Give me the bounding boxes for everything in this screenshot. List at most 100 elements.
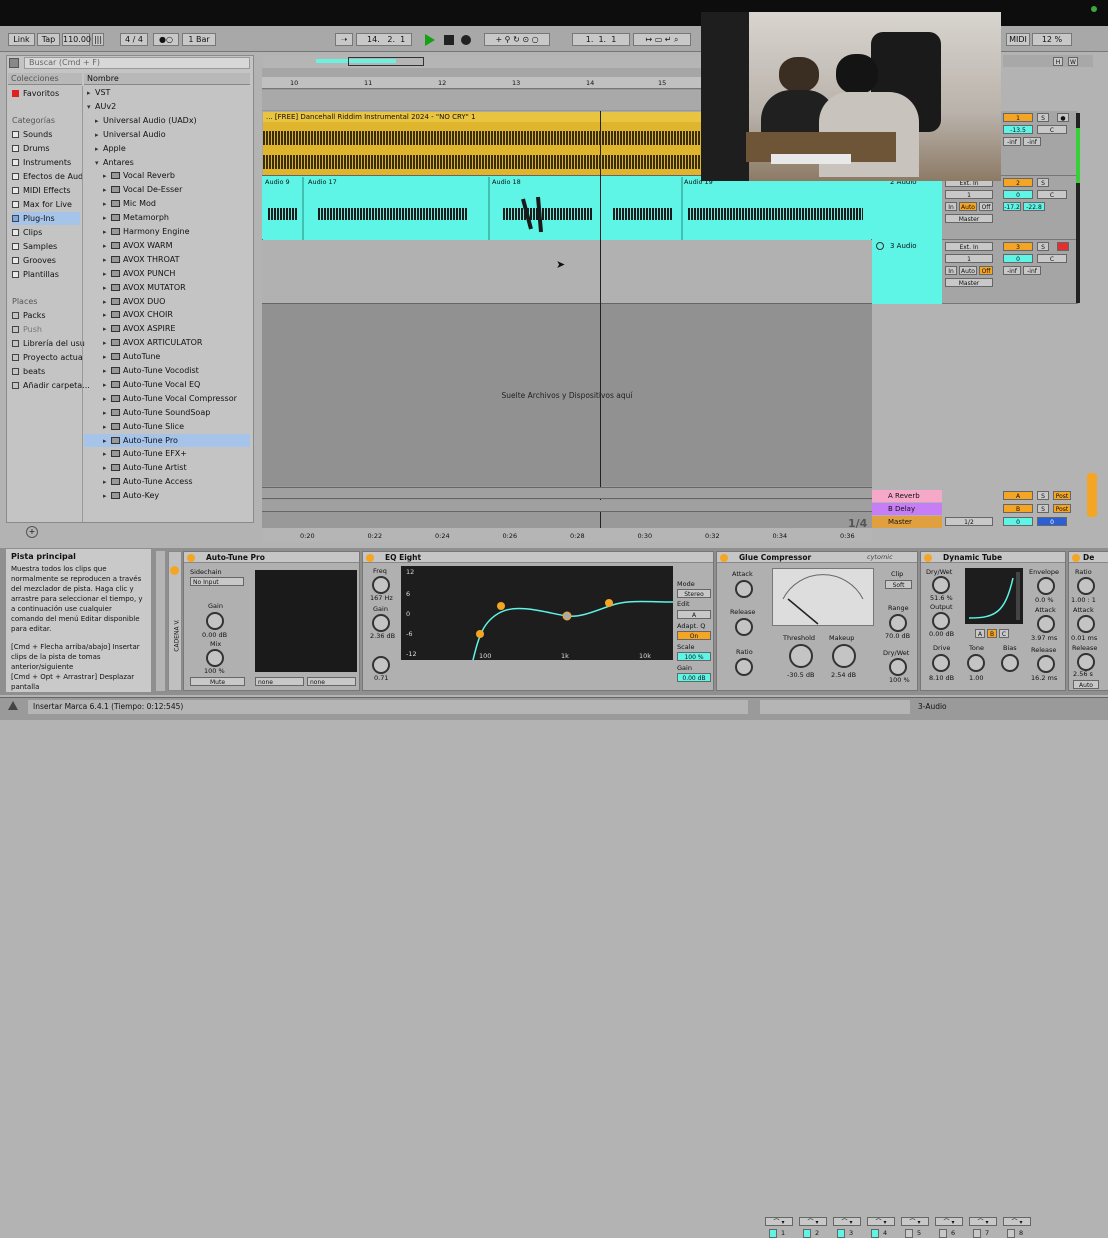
routing-select-2[interactable]: none [307,677,356,686]
track-2-channel-select[interactable]: 1 [945,190,993,199]
collapsed-arrow-icon[interactable]: ▸ [103,476,111,489]
places-item-5[interactable]: Añadir carpeta... [12,379,90,392]
browser-item[interactable]: ▸ Universal Audio (UADx) [84,114,250,127]
follow-icon[interactable]: ➝ [335,33,353,46]
places-item-1[interactable]: Push [12,323,42,336]
master-cue-select[interactable]: 1/2 [945,517,993,526]
browser-search-input[interactable]: Buscar (Cmd + F) [24,57,250,69]
browser-item[interactable]: ▸ Auto-Tune Access [84,475,250,488]
return-a-header[interactable]: A Reverb [872,490,942,502]
draw-tools[interactable]: ↦ ▭ ↵ ⌕ [633,33,691,46]
eq-band-filter-select[interactable]: ⌒ ▾ [833,1217,861,1226]
collapsed-arrow-icon[interactable]: ▸ [103,240,111,253]
places-item-2[interactable]: Librería del usu [12,337,85,350]
collapsed-arrow-icon[interactable]: ▸ [103,296,111,309]
browser-item[interactable]: ▸ Universal Audio [84,128,250,141]
collapsed-arrow-icon[interactable]: ▸ [103,198,111,211]
sidebar-item-max-for-live[interactable]: Max for Live [12,198,72,211]
eq-eight-device[interactable]: EQ Eight Freq 167 Hz Gain 2.36 dB 0.71 1… [362,551,1031,1238]
link-button[interactable]: Link [8,33,35,46]
browser-item[interactable]: ▸ AVOX PUNCH [84,267,250,280]
browser-item[interactable]: ▸ VST [84,86,250,99]
track-1-send-b[interactable]: -inf [1023,137,1041,146]
output-gain-field[interactable]: 0.00 dB [677,673,711,682]
browser-item[interactable]: ▸ Vocal Reverb [84,169,250,182]
track-1-arm-icon[interactable]: ● [1057,113,1069,122]
eq-display[interactable]: 12 6 0 -6 -12 100 1k 10k [401,566,673,660]
eq-band-filter-select[interactable]: ⌒ ▾ [765,1217,793,1226]
browser-item[interactable]: ▸ Apple [84,142,250,155]
sidebar-item-instruments[interactable]: Instruments [12,156,71,169]
browser-toggle-icon[interactable] [9,58,19,68]
return-a-lane[interactable] [262,487,872,499]
eq-band-2-node[interactable] [497,602,505,610]
collapsed-arrow-icon[interactable]: ▸ [103,337,111,350]
browser-item[interactable]: ▸ AVOX ASPIRE [84,322,250,335]
eq-band-filter-select[interactable]: ⌒ ▾ [935,1217,963,1226]
eq-band-toggle[interactable] [973,1229,981,1238]
name-column-header[interactable]: Nombre [84,73,250,85]
track-2-volume[interactable]: 0 [1003,190,1033,199]
collapsed-arrow-icon[interactable]: ▸ [103,435,111,448]
collapsed-arrow-icon[interactable]: ▸ [103,421,111,434]
eq-band-toggle[interactable] [905,1229,913,1238]
sidebar-item-clips[interactable]: Clips [12,226,42,239]
track-3-arm-icon[interactable]: ● [1057,242,1069,251]
browser-item[interactable]: ▸ Auto-Tune Slice [84,420,250,433]
track-2-solo[interactable]: S [1037,178,1049,187]
browser-item[interactable]: ▸ Harmony Engine [84,225,250,238]
browser-item[interactable]: ▸ AVOX CHOIR [84,308,250,321]
freq-knob[interactable] [372,576,390,594]
overview-viewport[interactable] [348,57,424,66]
soft-clip-toggle[interactable]: Soft [885,580,912,589]
sidechain-input-select[interactable]: No Input [190,577,244,586]
browser-item[interactable]: ▸ AVOX WARM [84,239,250,252]
sidebar-item-grooves[interactable]: Grooves [12,254,56,267]
tap-button[interactable]: Tap [37,33,60,46]
output-knob[interactable] [932,612,950,630]
sidebar-item-drums[interactable]: Drums [12,142,49,155]
envelope-knob[interactable] [1037,577,1055,595]
eq-band-filter-select[interactable]: ⌒ ▾ [1003,1217,1031,1226]
track-3-send-b[interactable]: -inf [1023,266,1041,275]
collapsed-arrow-icon[interactable]: ▸ [103,268,111,281]
track-2-monitor-auto[interactable]: Auto [959,202,977,211]
browser-item[interactable]: ▸ Auto-Tune Vocal EQ [84,378,250,391]
adapt-q-toggle[interactable]: On [677,631,711,640]
track-3-header[interactable]: 3 Audio [872,240,942,304]
track-3-solo[interactable]: S [1037,242,1049,251]
track-3-volume[interactable]: 0 [1003,254,1033,263]
sidebar-item-efectos-de-aud[interactable]: Efectos de Aud [12,170,83,183]
browser-item[interactable]: ▸ Auto-Tune Artist [84,461,250,474]
chain-toggle-column[interactable]: CADENA V. [168,551,182,691]
mode-select[interactable]: Stereo [677,589,711,598]
master-pan[interactable]: 0 [1037,517,1067,526]
track-3-output-select[interactable]: Master [945,278,993,287]
track-1-send-a[interactable]: -inf [1003,137,1021,146]
collapsed-arrow-icon[interactable]: ▸ [95,129,103,142]
routing-select-1[interactable]: none [255,677,304,686]
browser-item[interactable]: ▸ Auto-Tune Pro [84,433,250,448]
release-knob[interactable] [735,618,753,636]
track-3-input-select[interactable]: Ext. In [945,242,993,251]
mute-button[interactable]: Mute [190,677,245,686]
drive-knob[interactable] [932,654,950,672]
eq-band-1-node[interactable] [476,630,484,638]
sidebar-item-sounds[interactable]: Sounds [12,128,52,141]
collapsed-arrow-icon[interactable]: ▸ [103,212,111,225]
sidebar-item-samples[interactable]: Samples [12,240,57,253]
gain-knob[interactable] [206,612,224,630]
eq-band-4-node[interactable] [605,599,613,607]
return-b-solo[interactable]: S [1037,504,1049,513]
add-icon[interactable]: + [26,526,38,538]
eq-band-filter-select[interactable]: ⌒ ▾ [969,1217,997,1226]
return-b-lane[interactable] [262,500,872,512]
tube-b-button[interactable]: B [987,629,997,638]
eq-band-toggle[interactable] [871,1229,879,1238]
collapsed-arrow-icon[interactable]: ▸ [103,407,111,420]
browser-item[interactable]: ▸ Auto-Tune Vocodist [84,364,250,377]
track-1-volume[interactable]: -13.5 [1003,125,1033,134]
time-signature-field[interactable]: 4 / 4 [120,33,148,46]
collapsed-arrow-icon[interactable]: ▸ [103,282,111,295]
track-2-activator[interactable]: 2 [1003,178,1033,187]
